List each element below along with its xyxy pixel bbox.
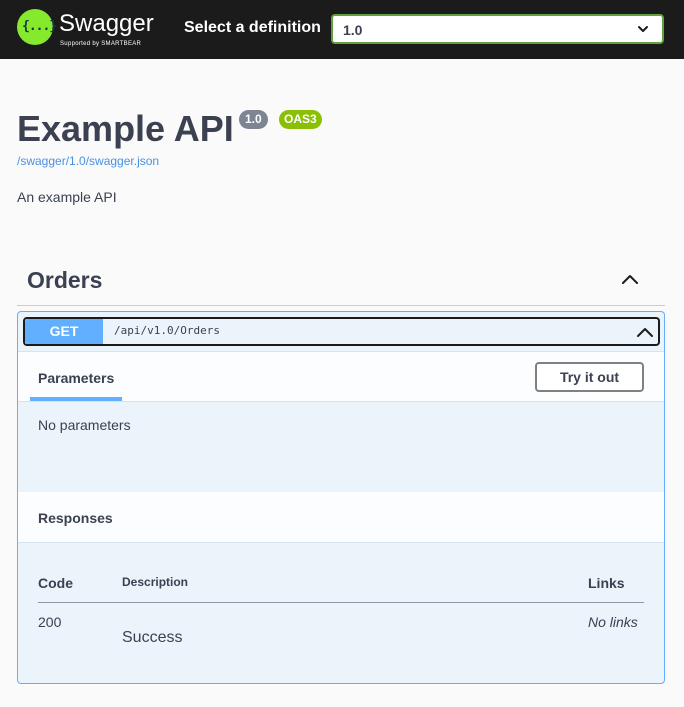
method-badge: GET [25, 319, 103, 344]
parameters-header: Parameters Try it out [18, 351, 664, 402]
operation-summary[interactable]: GET /api/v1.0/Orders [23, 317, 660, 346]
responses-title: Responses [38, 510, 113, 526]
logo-glyph: {...} [22, 19, 57, 34]
version-badge: 1.0 [239, 110, 268, 129]
top-bar: {...} Swagger Supported by SMARTBEAR Sel… [0, 0, 684, 59]
column-header-links: Links [588, 575, 625, 591]
response-description: Success [122, 629, 183, 646]
tab-parameters[interactable]: Parameters [38, 370, 114, 386]
tag-section-orders[interactable]: Orders [17, 258, 665, 306]
column-header-code: Code [38, 575, 73, 591]
definition-select-value: 1.0 [343, 22, 363, 38]
response-code: 200 [38, 614, 62, 630]
response-links: No links [588, 614, 638, 630]
tag-title: Orders [27, 267, 103, 293]
definition-select[interactable]: 1.0 [331, 14, 664, 44]
no-parameters-text: No parameters [38, 417, 131, 433]
brand-name[interactable]: Swagger [59, 10, 154, 38]
api-title: Example API [17, 108, 234, 149]
api-description: An example API [17, 189, 117, 205]
active-tab-indicator [30, 397, 122, 401]
operation-block: GET /api/v1.0/Orders Parameters Try it o… [17, 311, 665, 684]
column-header-description: Description [122, 575, 189, 589]
chevron-down-icon [638, 26, 648, 32]
try-it-out-button[interactable]: Try it out [535, 362, 644, 392]
table-divider [38, 602, 644, 603]
chevron-up-icon[interactable] [620, 269, 640, 289]
operation-path: /api/v1.0/Orders [114, 324, 220, 337]
oas-badge: OAS3 [279, 110, 322, 129]
brand-subtitle: Supported by SMARTBEAR [60, 41, 142, 47]
responses-header: Responses [18, 492, 664, 543]
definition-label: Select a definition [184, 19, 321, 36]
spec-link[interactable]: /swagger/1.0/swagger.json [17, 154, 159, 168]
chevron-up-icon[interactable] [636, 323, 654, 341]
